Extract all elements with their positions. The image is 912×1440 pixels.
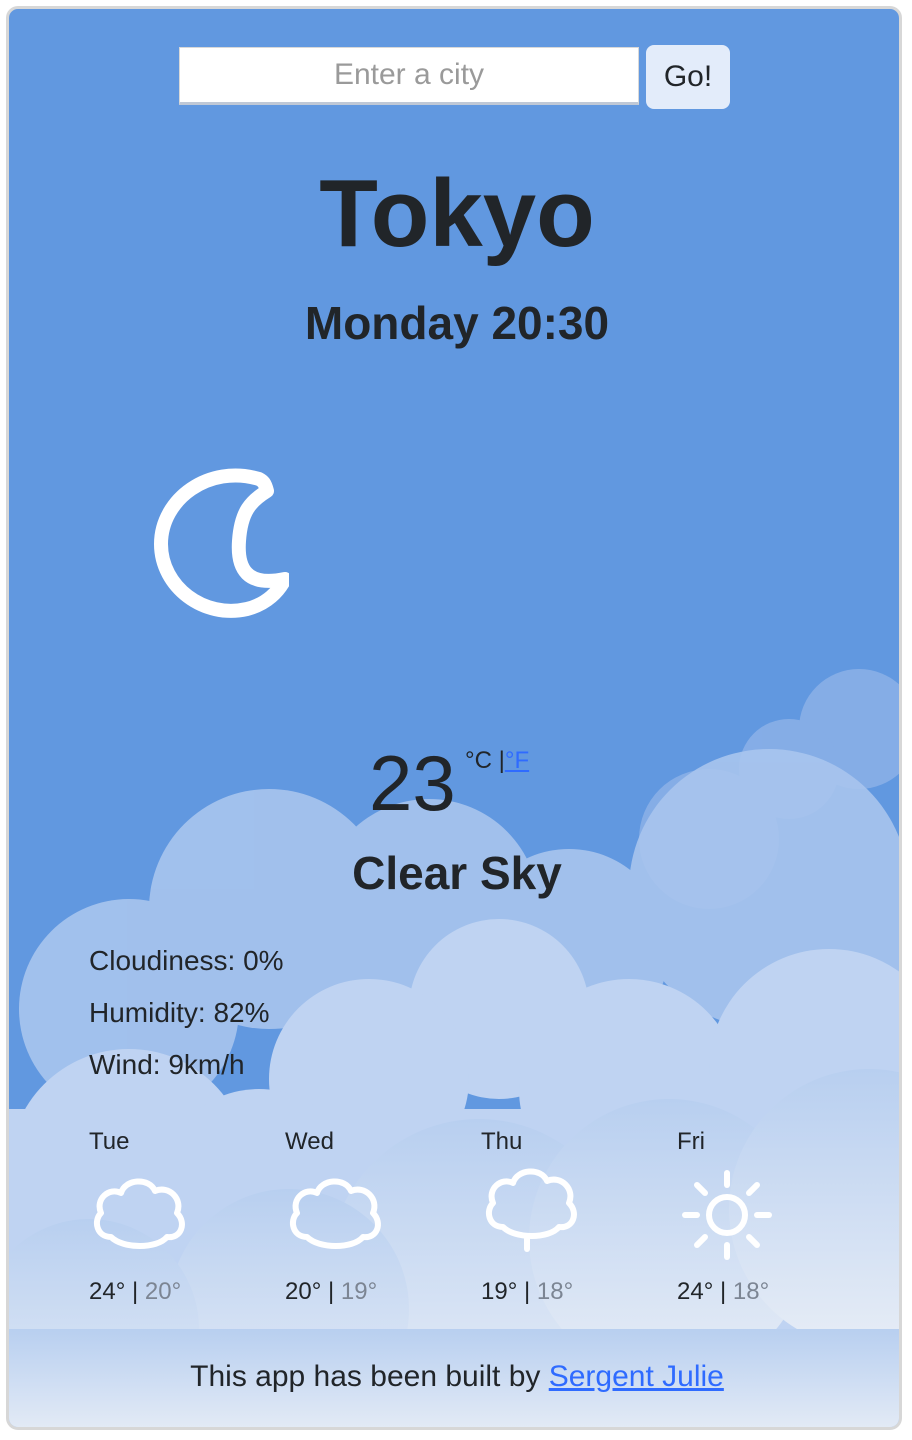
forecast-separator: |: [327, 1278, 335, 1305]
forecast-high: 19°: [481, 1278, 518, 1305]
cloud-icon: [289, 1178, 381, 1249]
forecast-day-name: Tue: [89, 1128, 130, 1155]
weather-details: Cloudiness: 0% Humidity: 82% Wind: 9km/h: [89, 935, 284, 1091]
forecast: Tue 24° | 20° Wed 20° | 19° Thu 19° | 18…: [89, 1127, 889, 1317]
search-form: Go!: [179, 43, 731, 111]
forecast-temps: 20° | 19°: [285, 1277, 377, 1307]
wind-value: Wind: 9km/h: [89, 1049, 245, 1080]
forecast-separator: |: [131, 1278, 139, 1305]
forecast-low: 19°: [340, 1278, 378, 1305]
forecast-day: Fri 24° | 18°: [677, 1127, 873, 1317]
weather-app: Go! Tokyo Monday 20:30 23 °C |°F Clear S…: [6, 6, 902, 1430]
rain-cloud-icon: [485, 1168, 577, 1252]
moon-icon: [154, 468, 289, 618]
forecast-day: Wed 20° | 19°: [285, 1127, 481, 1317]
forecast-separator: |: [719, 1278, 727, 1305]
forecast-high: 24°: [89, 1278, 126, 1305]
cloud-icon: [93, 1178, 185, 1249]
forecast-low: 18°: [732, 1278, 770, 1305]
city-name: Tokyo: [319, 160, 595, 267]
forecast-day: Tue 24° | 20°: [89, 1127, 285, 1317]
go-button[interactable]: Go!: [646, 45, 730, 109]
fahrenheit-link[interactable]: °F: [505, 747, 529, 774]
forecast-high: 20°: [285, 1278, 322, 1305]
unit-toggle: °C |°F: [465, 747, 529, 775]
sun-icon: [682, 1170, 772, 1260]
author-link[interactable]: Sergent Julie: [549, 1360, 724, 1393]
forecast-temps: 19° | 18°: [481, 1277, 573, 1307]
footer-text: This app has been built by: [190, 1360, 541, 1393]
forecast-day-name: Wed: [285, 1128, 334, 1155]
forecast-separator: |: [523, 1278, 531, 1305]
forecast-temps: 24° | 18°: [677, 1277, 769, 1307]
forecast-day: Thu 19° | 18°: [481, 1127, 677, 1317]
humidity-value: Humidity: 82%: [89, 997, 270, 1028]
current-datetime: Monday 20:30: [304, 297, 610, 349]
forecast-low: 18°: [536, 1278, 574, 1305]
weather-description: Clear Sky: [352, 847, 562, 899]
city-search-input[interactable]: [179, 47, 639, 105]
forecast-low: 20°: [144, 1278, 182, 1305]
forecast-temps: 24° | 20°: [89, 1277, 181, 1307]
celsius-label: °C: [465, 747, 492, 774]
forecast-day-name: Fri: [677, 1128, 705, 1155]
temperature-value: 23: [369, 739, 456, 827]
forecast-day-name: Thu: [481, 1128, 523, 1155]
footer: This app has been built by Sergent Julie: [9, 1357, 899, 1397]
cloudiness-value: Cloudiness: 0%: [89, 945, 284, 976]
forecast-high: 24°: [677, 1278, 714, 1305]
